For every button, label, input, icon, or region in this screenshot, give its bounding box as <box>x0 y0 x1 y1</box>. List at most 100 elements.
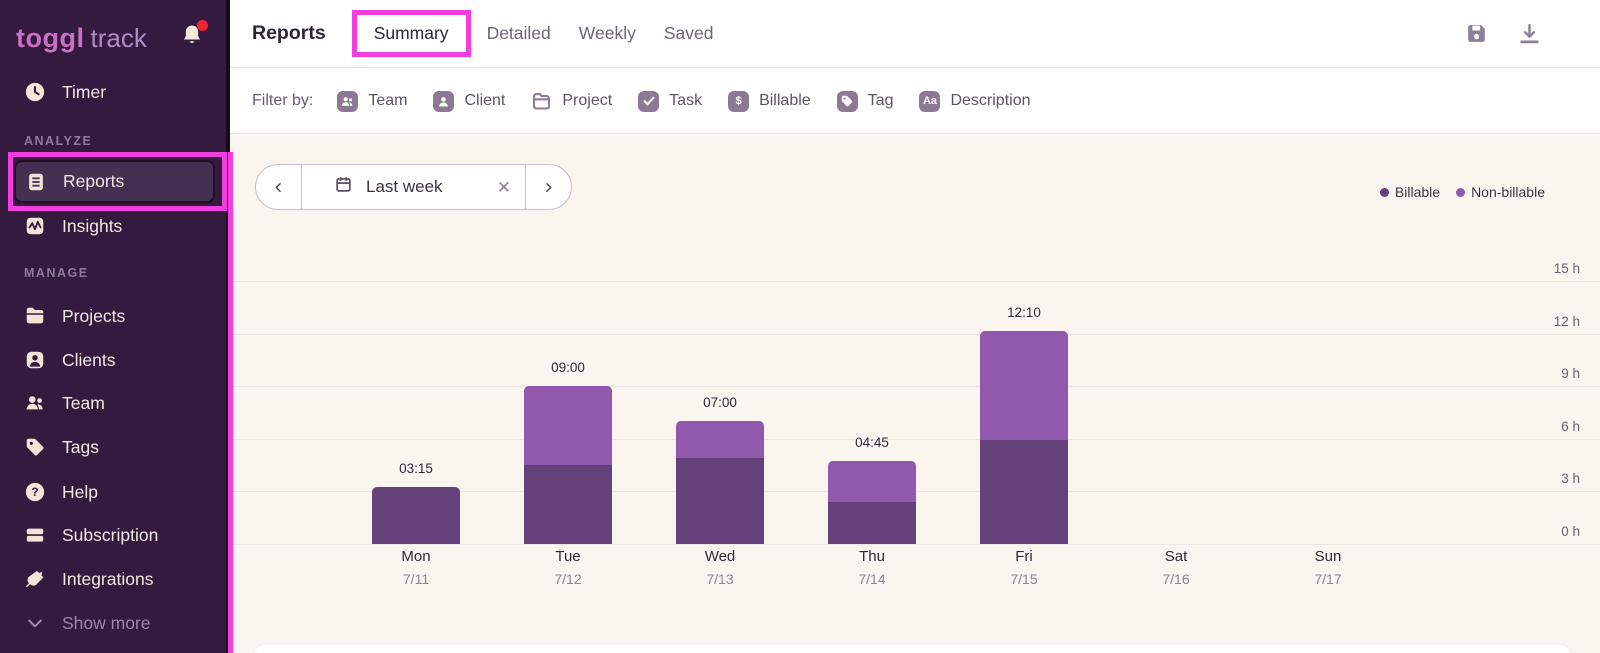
y-axis-tick-label: 6 h <box>1561 419 1580 434</box>
sidebar-item-label: Show more <box>62 613 151 634</box>
date-range-selector[interactable]: Last week ✕ <box>302 165 525 209</box>
filter-chip-label: Client <box>464 92 505 110</box>
bar-segment-billable[interactable] <box>372 487 460 544</box>
bar-segment-billable[interactable] <box>828 502 916 544</box>
bar-total-label: 12:10 <box>980 305 1068 320</box>
subscription-icon <box>24 524 46 546</box>
sidebar-item-projects[interactable]: Projects <box>0 298 226 334</box>
sidebar-item-label: Tags <box>62 437 99 458</box>
folder-icon <box>24 305 46 327</box>
sidebar-item-subscription[interactable]: Subscription <box>0 517 226 553</box>
filter-chip-task[interactable]: Task <box>638 91 702 112</box>
bar-segment-non-billable[interactable] <box>980 331 1068 440</box>
y-axis-tick-label: 9 h <box>1561 366 1580 381</box>
grid-line <box>230 334 1600 335</box>
reports-header: Reports Summary Detailed Weekly Saved <box>230 0 1600 68</box>
report-content: Last week ✕ Billable Non-billable 0 h3 h… <box>230 134 1600 653</box>
sidebar-item-clients[interactable]: Clients <box>0 342 226 378</box>
grid-line <box>230 544 1600 545</box>
toggl-track-logo[interactable]: toggl track <box>16 20 147 56</box>
clear-date-icon[interactable]: ✕ <box>497 179 511 196</box>
sidebar-section-analyze: ANALYZE <box>24 134 92 148</box>
filter-chip-billable[interactable]: $ Billable <box>728 91 811 112</box>
description-badge-icon: Aa <box>919 91 940 112</box>
save-icon[interactable] <box>1464 21 1489 46</box>
filter-chip-project[interactable]: Project <box>531 91 612 112</box>
x-axis-date-label: 7/16 <box>1100 571 1252 587</box>
reports-icon <box>25 171 47 193</box>
task-badge-icon <box>638 91 659 112</box>
sidebar-item-team[interactable]: Team <box>0 385 226 421</box>
sidebar-item-label: Integrations <box>62 569 153 590</box>
x-axis-day-label: Sat <box>1100 548 1252 565</box>
filter-bar: Filter by: Team Client Project Task <box>230 69 1600 134</box>
tab-saved[interactable]: Saved <box>664 23 714 44</box>
sidebar-item-show-more[interactable]: Show more <box>0 605 226 641</box>
sidebar-item-label: Insights <box>62 216 122 237</box>
bar-segment-non-billable[interactable] <box>828 461 916 502</box>
billable-badge-icon: $ <box>728 91 749 112</box>
x-axis-day-label: Fri <box>948 548 1100 565</box>
filter-chip-label: Project <box>562 92 612 110</box>
bar-segment-billable[interactable] <box>980 440 1068 544</box>
sidebar-item-label: Help <box>62 482 98 503</box>
tag-badge-icon <box>837 91 858 112</box>
y-axis-tick-label: 3 h <box>1561 471 1580 486</box>
filter-chip-label: Tag <box>868 92 894 110</box>
x-axis-date-label: 7/12 <box>492 571 644 587</box>
y-axis-tick-label: 15 h <box>1554 261 1580 276</box>
tab-weekly[interactable]: Weekly <box>579 23 636 44</box>
tab-summary[interactable]: Summary <box>352 10 471 57</box>
notification-badge <box>197 20 208 31</box>
bar-segment-billable[interactable] <box>524 465 612 544</box>
x-axis-date-label: 7/14 <box>796 571 948 587</box>
x-axis-date-label: 7/15 <box>948 571 1100 587</box>
bar-segment-non-billable[interactable] <box>676 421 764 458</box>
previous-period-button[interactable] <box>256 165 302 209</box>
insights-icon <box>24 215 46 237</box>
notifications-bell-button[interactable] <box>180 22 206 50</box>
download-icon[interactable] <box>1517 21 1542 46</box>
tab-detailed[interactable]: Detailed <box>487 23 551 44</box>
integrations-plug-icon <box>24 568 46 590</box>
sidebar-item-label: Clients <box>62 350 116 371</box>
tag-icon <box>24 436 46 458</box>
sidebar-item-tags[interactable]: Tags <box>0 429 226 465</box>
svg-text:?: ? <box>31 485 38 499</box>
x-axis-day-label: Wed <box>644 548 796 565</box>
x-axis-date-label: 7/17 <box>1252 571 1404 587</box>
sidebar-item-reports[interactable]: Reports <box>14 160 215 203</box>
sidebar-item-label: Subscription <box>62 525 158 546</box>
next-period-button[interactable] <box>525 165 571 209</box>
sidebar-item-label: Projects <box>62 306 125 327</box>
filter-chip-label: Task <box>669 92 702 110</box>
client-badge-icon <box>433 91 454 112</box>
y-axis-tick-label: 12 h <box>1554 314 1580 329</box>
y-axis-tick-label: 0 h <box>1561 524 1580 539</box>
sidebar-item-insights[interactable]: Insights <box>0 208 226 244</box>
main-area: Reports Summary Detailed Weekly Saved Fi… <box>230 0 1600 653</box>
team-icon <box>24 392 46 414</box>
help-icon: ? <box>24 481 46 503</box>
date-range-value: Last week <box>366 177 443 197</box>
filter-chip-description[interactable]: Aa Description <box>919 91 1030 112</box>
bar-segment-billable[interactable] <box>676 458 764 544</box>
filter-chip-team[interactable]: Team <box>337 91 407 112</box>
filter-chip-client[interactable]: Client <box>433 91 505 112</box>
calendar-icon <box>334 175 353 199</box>
bar-total-label: 09:00 <box>524 360 612 375</box>
filter-chip-label: Team <box>368 92 407 110</box>
sidebar-item-help[interactable]: ? Help <box>0 474 226 510</box>
sidebar-item-integrations[interactable]: Integrations <box>0 561 226 597</box>
filter-chip-tag[interactable]: Tag <box>837 91 894 112</box>
x-axis-date-label: 7/13 <box>644 571 796 587</box>
x-axis-day-label: Mon <box>340 548 492 565</box>
x-axis-day-label: Tue <box>492 548 644 565</box>
client-icon <box>24 349 46 371</box>
sidebar-item-timer[interactable]: Timer <box>0 74 226 110</box>
bar-total-label: 04:45 <box>828 435 916 450</box>
summary-chart: 0 h3 h6 h9 h12 h15 h03:15Mon7/1109:00Tue… <box>230 134 1600 653</box>
bar-segment-non-billable[interactable] <box>524 386 612 465</box>
toolbar-icons <box>1464 21 1542 46</box>
project-badge-icon <box>531 91 552 112</box>
